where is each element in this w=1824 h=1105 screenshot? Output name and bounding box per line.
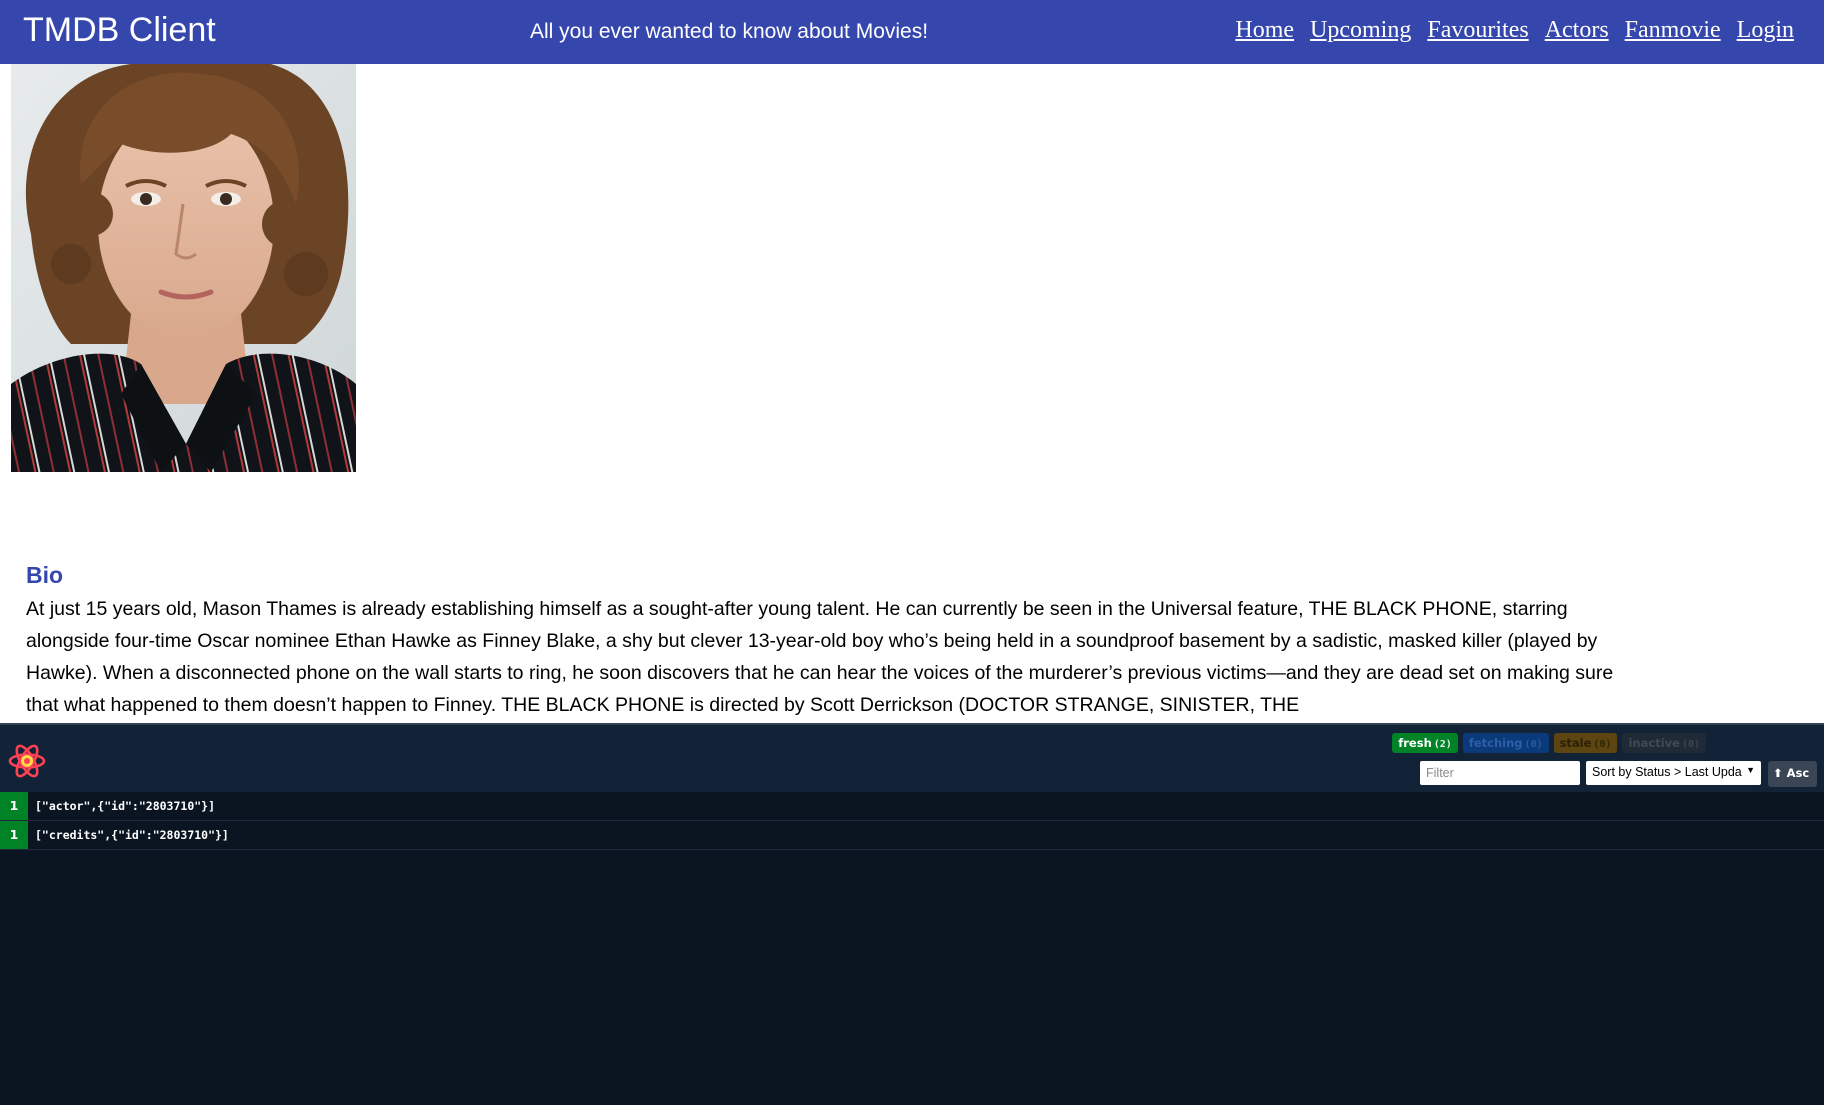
- badge-stale[interactable]: stale (0): [1553, 733, 1618, 753]
- devtools-toolbar: fresh (2) fetching (0) stale (0) inactive (0…: [0, 725, 1824, 792]
- nav-link-favourites[interactable]: Favourites: [1427, 17, 1528, 44]
- actor-photo: [11, 64, 356, 472]
- nav-link-home[interactable]: Home: [1235, 17, 1294, 44]
- filter-input[interactable]: [1420, 761, 1580, 785]
- chevron-down-icon: ▼: [1746, 765, 1755, 775]
- bio-heading: Bio: [26, 562, 64, 588]
- query-status-badges: fresh (2) fetching (0) stale (0) inactive (0…: [1392, 733, 1706, 753]
- bio-text: At just 15 years old, Mason Thames is al…: [26, 598, 1614, 716]
- badge-fresh[interactable]: fresh (2): [1392, 733, 1458, 753]
- badge-fetching[interactable]: fetching (0): [1462, 733, 1549, 753]
- sort-direction-button[interactable]: ⬆ Asc: [1768, 761, 1817, 787]
- nav-link-login[interactable]: Login: [1737, 17, 1794, 44]
- query-key: ["credits",{"id":"2803710"}]: [35, 828, 229, 842]
- badge-inactive[interactable]: inactive (0): [1622, 733, 1706, 753]
- app-title: TMDB Client: [23, 11, 216, 49]
- query-row[interactable]: 1 ["credits",{"id":"2803710"}]: [0, 821, 1824, 850]
- react-query-logo-icon[interactable]: [7, 741, 47, 781]
- app-tagline: All you ever wanted to know about Movies…: [530, 20, 929, 43]
- query-row[interactable]: 1 ["actor",{"id":"2803710"}]: [0, 792, 1824, 821]
- nav-link-upcoming[interactable]: Upcoming: [1310, 17, 1411, 44]
- sort-select-value: Sort by Status > Last Upda: [1592, 765, 1742, 779]
- query-observer-count: 1: [0, 821, 28, 849]
- nav-link-actors[interactable]: Actors: [1545, 17, 1609, 44]
- query-devtools-panel: fresh (2) fetching (0) stale (0) inactive (0…: [0, 723, 1824, 1105]
- app-bar: TMDB Client All you ever wanted to know …: [0, 0, 1824, 64]
- query-key: ["actor",{"id":"2803710"}]: [35, 799, 216, 813]
- sort-select[interactable]: Sort by Status > Last Upda ▼: [1586, 761, 1761, 785]
- main-nav: Home Upcoming Favourites Actors Fanmovie…: [1235, 17, 1794, 44]
- query-observer-count: 1: [0, 792, 28, 820]
- nav-link-fanmovie[interactable]: Fanmovie: [1625, 17, 1721, 44]
